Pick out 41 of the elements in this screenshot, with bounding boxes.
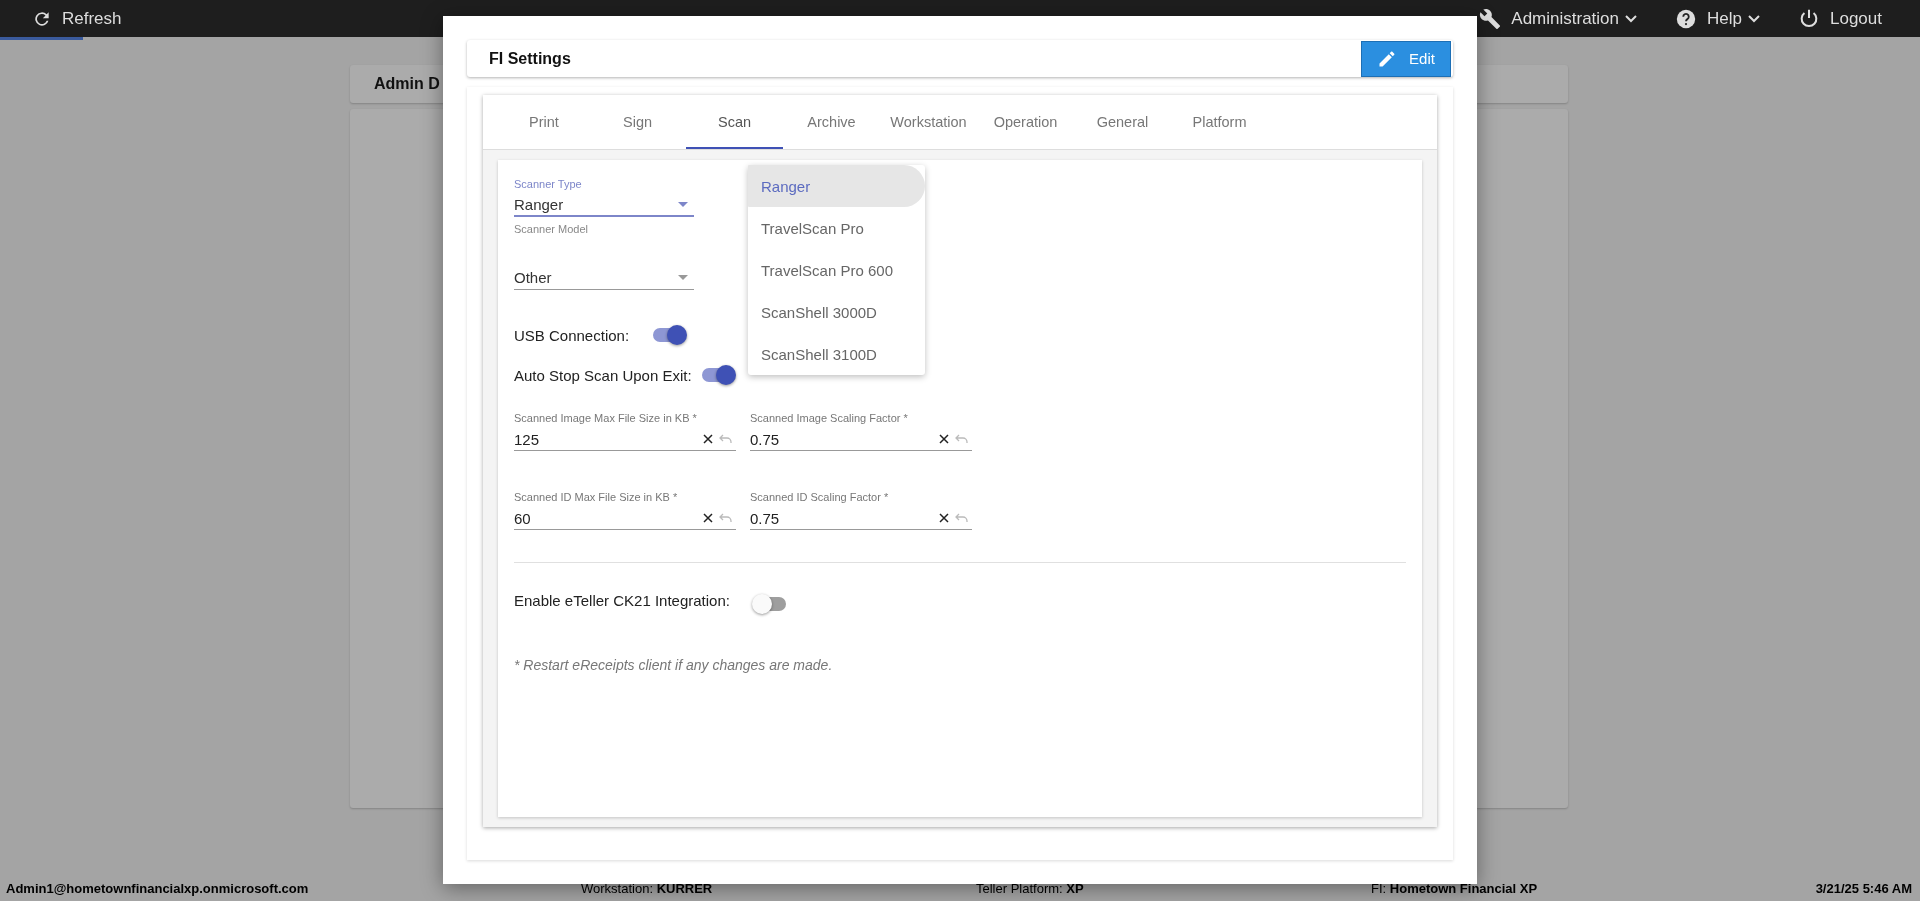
tab[interactable]: Print [499,95,589,149]
field-label: Scanned ID Scaling Factor * [750,491,890,503]
text-field[interactable]: 60 [514,509,700,527]
tab[interactable]: Operation [977,95,1074,149]
nav-menu[interactable]: Administration [1479,7,1638,30]
menu-option[interactable]: ScanShell 3100D [748,333,925,375]
tab[interactable]: Sign [589,95,686,149]
card-title: Admin D [374,75,440,93]
toggle-label: Enable eTeller CK21 Integration: [514,591,730,609]
dialog-title: FI Settings [489,49,571,68]
nav-menu[interactable]: Help [1675,7,1760,30]
menu-option[interactable]: TravelScan Pro 600 [748,249,925,291]
status-item: Teller Platform: XP [976,880,1085,896]
tab[interactable]: Platform [1171,95,1268,149]
logout-button[interactable]: Logout [1798,7,1882,30]
text-field[interactable]: 0.75 [750,509,936,527]
menu-option[interactable]: Ranger [748,165,925,207]
date-time: 3/21/25 5:46 AM [1815,880,1912,896]
restart-note: * Restart eReceipts client if any changes are made. [514,657,834,673]
tab[interactable]: Scan [686,95,783,149]
field-label: Scanner Model [514,223,589,235]
text-field[interactable]: 125 [514,430,700,448]
status-item: Workstation: KURRER [581,880,714,896]
menu-option[interactable]: ScanShell 3000D [748,291,925,333]
tab[interactable]: Workstation [880,95,977,149]
status-item: FI: Hometown Financial XP [1371,880,1539,896]
field-label: Scanned Image Max File Size in KB * [514,412,698,424]
toggle-label: Auto Stop Scan Upon Exit: [514,366,692,384]
field-label: Scanner Type [514,178,583,190]
toggle-label: USB Connection: [514,326,630,344]
select-field[interactable]: Ranger [514,193,694,217]
menu-option[interactable]: TravelScan Pro [748,207,925,249]
field-label: Scanned ID Max File Size in KB * [514,491,679,503]
tab[interactable]: General [1074,95,1171,149]
user-email: Admin1@hometownfinancialxp.onmicrosoft.com [6,880,310,896]
tab[interactable]: Archive [783,95,880,149]
edit-button[interactable]: Edit [1361,40,1451,77]
refresh-button[interactable]: Refresh [32,8,122,29]
text-field[interactable]: 0.75 [750,430,936,448]
select-field[interactable]: Other [514,265,694,290]
field-label: Scanned Image Scaling Factor * [750,412,909,424]
